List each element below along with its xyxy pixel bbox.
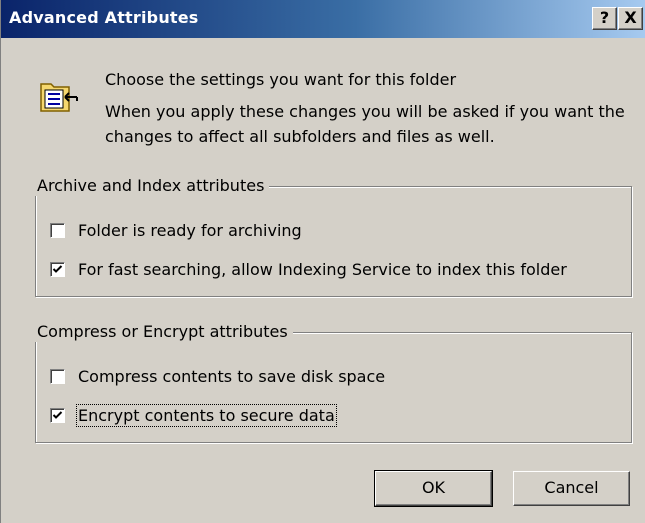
close-button[interactable]: X <box>618 7 643 30</box>
compress-encrypt-group: Compress or Encrypt attributes Compress … <box>35 322 632 443</box>
encrypt-checkbox[interactable] <box>50 407 65 423</box>
title-bar[interactable]: Advanced Attributes ? X <box>1 0 645 38</box>
compress-label[interactable]: Compress contents to save disk space <box>78 367 385 386</box>
checkmark-icon <box>52 410 63 419</box>
archive-index-group: Archive and Index attributes Folder is r… <box>35 176 632 297</box>
checkmark-icon <box>52 264 63 273</box>
encrypt-label[interactable]: Encrypt contents to secure data <box>76 403 337 427</box>
indexing-label[interactable]: For fast searching, allow Indexing Servi… <box>78 260 567 279</box>
indexing-checkbox[interactable] <box>50 261 65 277</box>
help-button[interactable]: ? <box>592 7 617 30</box>
compress-checkbox[interactable] <box>50 368 65 384</box>
archiving-option[interactable]: Folder is ready for archiving <box>50 219 302 241</box>
encrypt-option[interactable]: Encrypt contents to secure data <box>50 403 337 427</box>
cancel-button[interactable]: Cancel <box>513 471 630 506</box>
archiving-checkbox[interactable] <box>50 222 65 238</box>
window-title: Advanced Attributes <box>9 8 199 27</box>
header-text: Choose the settings you want for this fo… <box>105 70 457 89</box>
header-description: When you apply these changes you will be… <box>105 102 625 146</box>
archiving-label[interactable]: Folder is ready for archiving <box>78 221 302 240</box>
indexing-option[interactable]: For fast searching, allow Indexing Servi… <box>50 258 567 280</box>
advanced-attributes-dialog: Advanced Attributes ? X Choose the setti… <box>0 0 645 523</box>
folder-properties-icon <box>39 78 79 114</box>
ok-button[interactable]: OK <box>374 470 493 507</box>
archive-group-legend: Archive and Index attributes <box>35 176 270 196</box>
compress-option[interactable]: Compress contents to save disk space <box>50 365 385 387</box>
compress-group-legend: Compress or Encrypt attributes <box>35 322 293 342</box>
